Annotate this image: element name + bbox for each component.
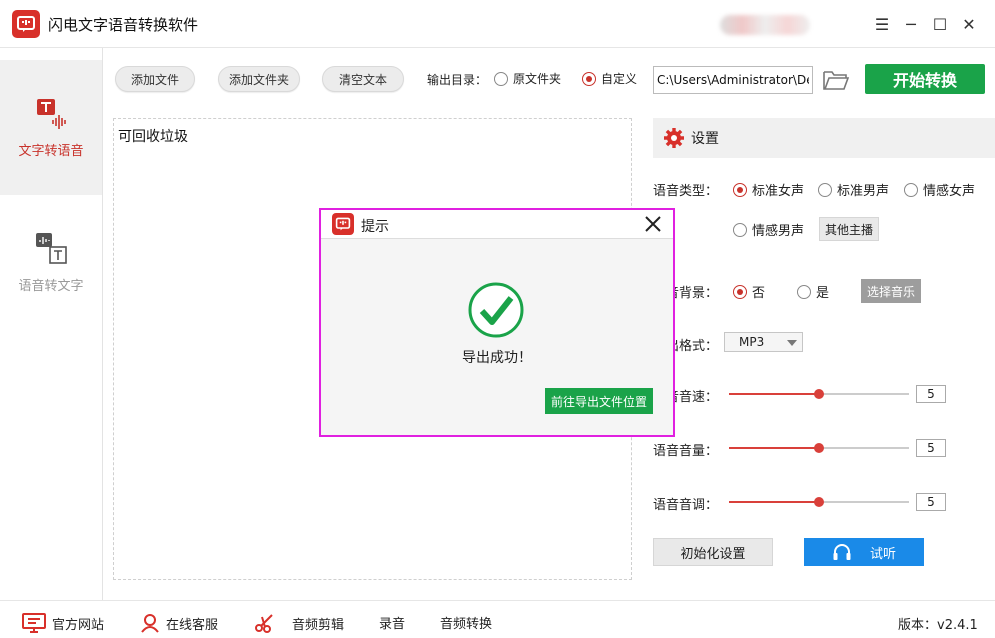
radio-icon: [797, 284, 811, 299]
sidebar-item-label: 文字转语音: [18, 144, 84, 159]
select-music-button[interactable]: 选择音乐: [861, 279, 921, 303]
slider-handle[interactable]: [814, 497, 824, 507]
slider-fill: [729, 501, 819, 503]
editor-text: 可回收垃圾: [118, 129, 188, 145]
audio-edit-link[interactable]: 音频剪辑: [254, 613, 344, 633]
maximize-icon[interactable]: ☐: [928, 12, 952, 36]
title-bar: 闪电文字语音转换软件 ☰ ─ ☐ ✕: [0, 0, 995, 48]
dialog-message: 导出成功！: [462, 350, 532, 366]
audio-convert-link[interactable]: 音频转换: [440, 613, 492, 632]
voice-type-label: 语音类型：: [653, 184, 719, 199]
user-account-area[interactable]: [720, 15, 810, 35]
slider-fill: [729, 447, 819, 449]
footer-link-label: 音频剪辑: [292, 617, 345, 633]
speed-value-box[interactable]: 5: [916, 385, 946, 403]
success-dialog: 提示 导出成功！ 前往导出文件位置: [319, 208, 675, 437]
radio-selected-icon: [733, 182, 747, 197]
monitor-icon: [22, 613, 46, 633]
volume-label: 语音音量：: [653, 444, 719, 459]
radio-icon: [494, 71, 508, 86]
app-logo-icon: [12, 10, 40, 38]
footer-link-label: 官方网站: [52, 617, 105, 633]
sidebar-item-text-to-speech[interactable]: 文字转语音: [0, 60, 102, 195]
output-custom-radio[interactable]: 自定义: [582, 70, 637, 87]
sidebar: 文字转语音 语音转文字: [0, 48, 103, 600]
radio-label: 自定义: [601, 72, 638, 86]
format-select-value: MP3: [739, 335, 765, 349]
open-export-location-button[interactable]: 前往导出文件位置: [545, 388, 653, 414]
volume-value-box[interactable]: 5: [916, 439, 946, 457]
listen-button[interactable]: 试听: [804, 538, 924, 566]
slider-handle[interactable]: [814, 389, 824, 399]
official-website-link[interactable]: 官方网站: [22, 613, 104, 633]
other-anchor-button[interactable]: 其他主播: [819, 217, 880, 241]
pitch-label: 语音音调：: [653, 498, 719, 513]
text-to-speech-icon: [37, 99, 66, 129]
volume-slider[interactable]: [729, 443, 909, 453]
app-title: 闪电文字语音转换软件: [48, 16, 199, 34]
radio-label: 标准女声: [752, 184, 805, 199]
output-directory-label: 输出目录：: [427, 73, 488, 87]
radio-label: 原文件夹: [513, 72, 562, 86]
speed-slider[interactable]: [729, 389, 909, 399]
dialog-header: 提示: [321, 210, 673, 239]
radio-selected-icon: [582, 71, 596, 86]
format-select[interactable]: MP3: [724, 332, 803, 352]
app-logo-icon: [332, 213, 354, 235]
radio-label: 是: [816, 286, 830, 301]
settings-title: 设置: [691, 131, 719, 147]
voice-emotional-male-radio[interactable]: 情感男声: [733, 220, 804, 239]
reset-settings-button[interactable]: 初始化设置: [653, 538, 773, 566]
online-support-link[interactable]: 在线客服: [140, 613, 218, 633]
footer-link-label: 在线客服: [166, 617, 219, 633]
footer-bar: 官方网站 在线客服 音频剪辑 录音 音频转换 版本：v2.4.1: [0, 600, 995, 638]
add-file-button[interactable]: 添加文件: [115, 66, 195, 92]
voice-standard-female-radio[interactable]: 标准女声: [733, 180, 804, 199]
scissors-icon: [255, 614, 273, 633]
radio-label: 否: [752, 286, 766, 301]
version-label: 版本：v2.4.1: [898, 618, 978, 633]
voice-standard-male-radio[interactable]: 标准男声: [818, 180, 889, 199]
minimize-icon[interactable]: ─: [899, 12, 923, 36]
radio-label: 标准男声: [837, 184, 890, 199]
output-path-input[interactable]: [653, 66, 813, 94]
sidebar-item-speech-to-text[interactable]: 语音转文字: [0, 195, 102, 330]
folder-open-icon[interactable]: [822, 68, 850, 92]
close-icon[interactable]: ✕: [957, 12, 981, 36]
gear-icon: [664, 128, 684, 148]
radio-label: 情感男声: [752, 224, 805, 239]
close-icon[interactable]: [641, 212, 665, 236]
pitch-value-box[interactable]: 5: [916, 493, 946, 511]
success-check-icon: [468, 282, 524, 338]
record-link[interactable]: 录音: [379, 613, 405, 632]
footer-link-label: 音频转换: [440, 617, 493, 632]
dialog-title: 提示: [361, 219, 389, 235]
slider-handle[interactable]: [814, 443, 824, 453]
user-icon: [141, 614, 159, 633]
radio-icon: [818, 182, 832, 197]
clear-text-button[interactable]: 清空文本: [322, 66, 404, 92]
footer-link-label: 录音: [379, 617, 406, 632]
output-original-folder-radio[interactable]: 原文件夹: [494, 70, 561, 87]
radio-label: 情感女声: [923, 184, 976, 199]
pitch-slider[interactable]: [729, 497, 909, 507]
radio-icon: [733, 222, 747, 237]
sidebar-item-label: 语音转文字: [18, 279, 84, 294]
radio-selected-icon: [733, 284, 747, 299]
start-convert-button[interactable]: 开始转换: [865, 64, 985, 94]
settings-header: 设置: [653, 118, 995, 158]
listen-label: 试听: [869, 546, 896, 562]
background-no-radio[interactable]: 否: [733, 282, 765, 301]
chevron-down-icon: [787, 340, 797, 346]
radio-icon: [904, 182, 918, 197]
voice-emotional-female-radio[interactable]: 情感女声: [904, 180, 975, 199]
slider-fill: [729, 393, 819, 395]
menu-icon[interactable]: ☰: [870, 12, 894, 36]
headphones-icon: [833, 544, 851, 560]
add-folder-button[interactable]: 添加文件夹: [218, 66, 300, 92]
background-yes-radio[interactable]: 是: [797, 282, 829, 301]
speech-to-text-icon: [36, 233, 67, 264]
